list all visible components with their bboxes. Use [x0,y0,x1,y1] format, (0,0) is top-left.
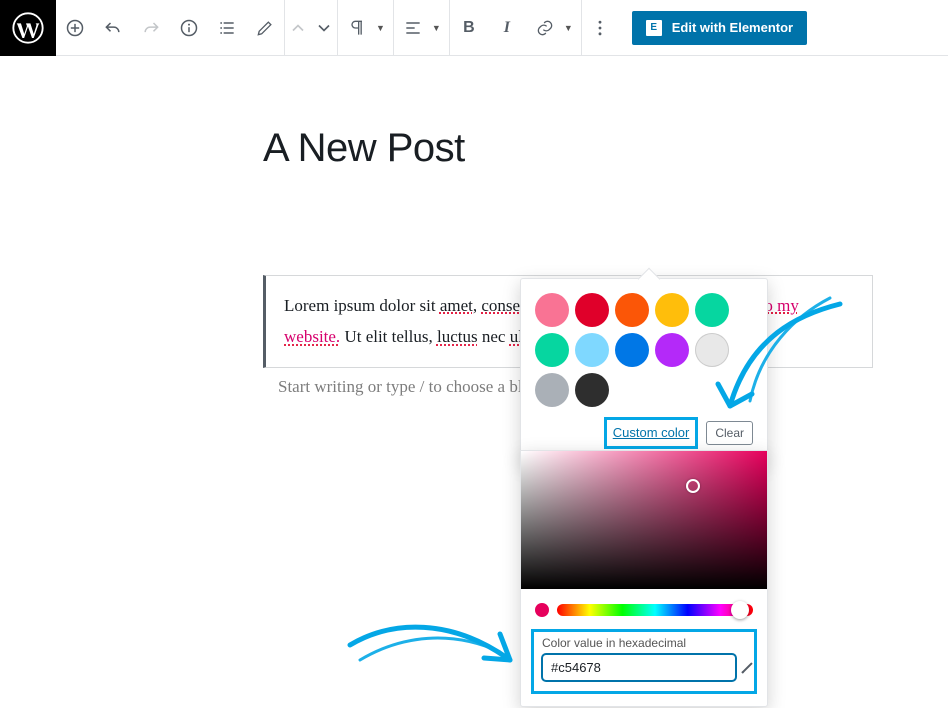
hue-slider[interactable] [557,604,753,616]
color-swatch-2[interactable] [615,293,649,327]
annotation-arrow-bottom [342,590,532,690]
dots-vertical-icon [590,18,610,38]
redo-button[interactable] [132,0,170,56]
italic-icon: I [504,19,510,37]
color-swatch-grid [535,293,753,407]
color-swatch-5[interactable] [535,333,569,367]
outline-button[interactable] [208,0,246,56]
misspelled-word: amet [440,296,473,315]
saturation-area[interactable] [521,451,767,589]
redo-icon [141,18,161,38]
custom-color-link[interactable]: Custom color [613,425,690,440]
bold-icon: B [463,19,475,37]
hue-thumb[interactable] [731,601,749,619]
color-swatch-6[interactable] [575,333,609,367]
color-preview-dot [535,603,549,617]
paragraph-type-caret[interactable]: ▼ [376,23,393,33]
plus-circle-icon [65,18,85,38]
more-format-caret[interactable]: ▼ [564,23,581,33]
elementor-label: Edit with Elementor [672,20,793,35]
color-swatch-4[interactable] [695,293,729,327]
move-down-button[interactable] [311,0,337,56]
wordpress-icon [12,12,44,44]
chevron-down-icon [314,18,334,38]
hex-input-label: Color value in hexadecimal [542,636,746,650]
color-swatch-7[interactable] [615,333,649,367]
saturation-cursor[interactable] [686,479,700,493]
link-icon [535,18,555,38]
elementor-icon: E [646,20,662,36]
bold-button[interactable]: B [450,0,488,56]
align-left-icon [403,18,423,38]
expand-chevron-icon[interactable] [741,662,752,673]
color-swatch-9[interactable] [695,333,729,367]
hex-input[interactable] [542,654,736,681]
edit-with-elementor-button[interactable]: E Edit with Elementor [632,11,807,45]
paragraph-type-button[interactable] [338,0,376,56]
more-options-button[interactable] [582,0,618,56]
color-swatch-1[interactable] [575,293,609,327]
chevron-up-icon [288,18,308,38]
text-color-popover: Custom color Clear [520,278,768,462]
pilcrow-icon [347,18,367,38]
undo-button[interactable] [94,0,132,56]
add-block-button[interactable] [56,0,94,56]
move-up-button[interactable] [285,0,311,56]
popover-arrow [638,268,661,291]
undo-icon [103,18,123,38]
clear-color-button[interactable]: Clear [706,421,753,445]
post-title[interactable]: A New Post [263,126,948,171]
color-swatch-3[interactable] [655,293,689,327]
info-button[interactable] [170,0,208,56]
edit-button[interactable] [246,0,284,56]
list-icon [217,18,237,38]
text: Lorem ipsum dolor sit [284,296,440,315]
wordpress-logo[interactable] [0,0,56,56]
italic-button[interactable]: I [488,0,526,56]
text: Ut elit tellus, [340,327,437,346]
text: nec [478,327,510,346]
pencil-icon [255,18,275,38]
align-caret[interactable]: ▼ [432,23,449,33]
hex-input-highlight: Color value in hexadecimal [531,629,757,694]
new-block-placeholder[interactable]: Start writing or type / to choose a bl [278,377,523,397]
link-button[interactable] [526,0,564,56]
color-swatch-8[interactable] [655,333,689,367]
top-toolbar: ▼ ▼ B I ▼ E Edit with Elementor [0,0,948,56]
color-picker-panel: Color value in hexadecimal [520,450,768,707]
custom-color-highlight: Custom color [604,417,699,449]
color-swatch-11[interactable] [575,373,609,407]
info-icon [179,18,199,38]
editor-canvas: A New Post Lorem ipsum dolor sit amet, c… [0,56,948,171]
align-button[interactable] [394,0,432,56]
color-swatch-0[interactable] [535,293,569,327]
misspelled-word: luctus [437,327,478,346]
color-swatch-10[interactable] [535,373,569,407]
